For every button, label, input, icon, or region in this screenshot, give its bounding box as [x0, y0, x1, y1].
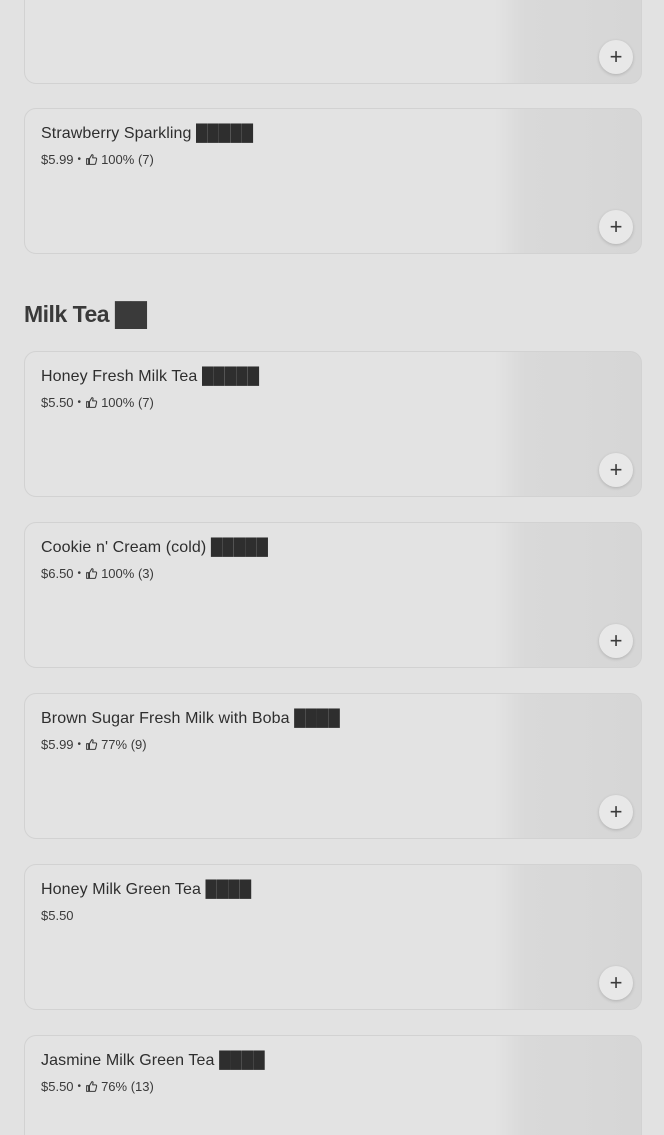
- separator-dot: •: [77, 397, 82, 408]
- separator-dot: •: [77, 568, 82, 579]
- menu-item-card[interactable]: Honey Milk Green Tea ████ $5.50 +: [24, 864, 642, 1010]
- item-meta: $6.50 • 100% (3): [41, 566, 154, 581]
- add-item-button[interactable]: +: [599, 210, 633, 244]
- item-name: Honey Fresh Milk Tea █████: [41, 368, 260, 385]
- add-item-button[interactable]: +: [599, 795, 633, 829]
- item-meta: $5.99 • 100% (7): [41, 152, 154, 167]
- item-price: $5.50: [41, 395, 74, 410]
- thumbs-up-icon: [85, 567, 98, 580]
- item-price: $5.50: [41, 908, 74, 923]
- thumbs-up-icon: [85, 1080, 98, 1093]
- item-price: $5.99: [41, 737, 74, 752]
- separator-dot: •: [77, 739, 82, 750]
- item-name: Jasmine Milk Green Tea ████: [41, 1052, 265, 1069]
- item-name: Honey Milk Green Tea ████: [41, 881, 252, 898]
- menu-item-card[interactable]: Strawberry Sparkling █████ $5.99 • 100% …: [24, 108, 642, 254]
- add-item-button[interactable]: +: [599, 966, 633, 1000]
- item-rating: 100%: [101, 566, 135, 581]
- menu-item-card[interactable]: Brown Sugar Fresh Milk with Boba ████ $5…: [24, 693, 642, 839]
- item-meta: $5.50 • 100% (7): [41, 395, 154, 410]
- item-meta: $5.99 • 77% (9): [41, 737, 147, 752]
- item-review-count: (9): [130, 737, 147, 752]
- add-item-button[interactable]: +: [599, 40, 633, 74]
- item-rating: 76%: [101, 1079, 128, 1094]
- thumbs-up-icon: [85, 153, 98, 166]
- separator-dot: •: [77, 154, 82, 165]
- menu-item-card[interactable]: +: [24, 0, 642, 84]
- item-price: $5.99: [41, 152, 74, 167]
- item-name: Cookie n' Cream (cold) █████: [41, 539, 269, 556]
- thumbs-up-icon: [85, 396, 98, 409]
- add-item-button[interactable]: +: [599, 624, 633, 658]
- item-review-count: (7): [137, 395, 154, 410]
- separator-dot: •: [77, 1081, 82, 1092]
- menu-item-card[interactable]: Honey Fresh Milk Tea █████ $5.50 • 100% …: [24, 351, 642, 497]
- item-rating: 77%: [101, 737, 128, 752]
- item-review-count: (7): [137, 152, 154, 167]
- item-rating: 100%: [101, 395, 135, 410]
- section-title: Milk Tea ██: [24, 301, 147, 327]
- item-price: $5.50: [41, 1079, 74, 1094]
- thumbs-up-icon: [85, 738, 98, 751]
- menu-item-card[interactable]: Cookie n' Cream (cold) █████ $6.50 • 100…: [24, 522, 642, 668]
- add-item-button[interactable]: +: [599, 453, 633, 487]
- item-price: $6.50: [41, 566, 74, 581]
- item-name: Strawberry Sparkling █████: [41, 125, 254, 142]
- menu-item-card[interactable]: Jasmine Milk Green Tea ████ $5.50 • 76% …: [24, 1035, 642, 1135]
- item-name: Brown Sugar Fresh Milk with Boba ████: [41, 710, 340, 727]
- item-meta: $5.50: [41, 908, 74, 923]
- item-review-count: (13): [130, 1079, 154, 1094]
- item-meta: $5.50 • 76% (13): [41, 1079, 154, 1094]
- item-review-count: (3): [137, 566, 154, 581]
- item-rating: 100%: [101, 152, 135, 167]
